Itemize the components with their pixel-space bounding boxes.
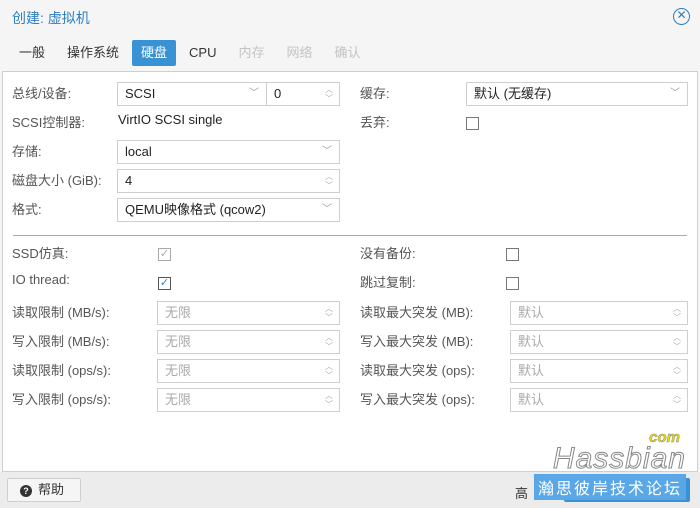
burst-label: 读取最大突发 (MB): bbox=[360, 305, 474, 320]
format-value: QEMU映像格式 (qcow2) bbox=[125, 202, 266, 217]
spinner-arrows-icon[interactable]: ︿ ﹀ bbox=[673, 304, 681, 322]
limit-label: 读取限制 (ops/s): bbox=[12, 363, 111, 378]
iothread-checkbox[interactable]: ✓ bbox=[158, 277, 171, 290]
limit-input[interactable]: 无限 ︿ ﹀ bbox=[157, 359, 340, 383]
limit-placeholder: 无限 bbox=[165, 392, 192, 407]
chevron-down-icon: ﹀ bbox=[670, 88, 680, 99]
tab-5: 网络 bbox=[286, 45, 313, 60]
tab-3[interactable]: CPU bbox=[180, 40, 225, 66]
burst-input[interactable]: 默认 ︿ ﹀ bbox=[510, 388, 688, 412]
discard-checkbox[interactable] bbox=[466, 117, 479, 130]
device-number-input[interactable]: 0 ︿ ﹀ bbox=[266, 82, 340, 106]
burst-placeholder: 默认 bbox=[518, 363, 545, 378]
tab-4: 内存 bbox=[238, 45, 265, 60]
help-button[interactable]: ? 帮助 bbox=[7, 478, 81, 502]
tab-1[interactable]: 操作系统 bbox=[58, 40, 128, 66]
burst-label: 写入最大突发 (MB): bbox=[360, 334, 474, 349]
controller-label: SCSI控制器: bbox=[12, 115, 85, 130]
spinner-arrows-icon[interactable]: ︿ ﹀ bbox=[325, 333, 333, 351]
ssd-label: SSD仿真: bbox=[12, 246, 69, 261]
bus-label: 总线/设备: bbox=[12, 86, 72, 101]
tab-0[interactable]: 一般 bbox=[10, 40, 54, 66]
limit-input[interactable]: 无限 ︿ ﹀ bbox=[157, 388, 340, 412]
help-label: 帮助 bbox=[38, 482, 65, 497]
storage-select[interactable]: local ﹀ bbox=[117, 140, 340, 164]
no-backup-label: 没有备份: bbox=[360, 246, 416, 261]
disk-panel: 总线/设备: SCSI ﹀ 0 ︿ ﹀ 缓存: 默认 (无缓存) ﹀ SCSI控制器: … bbox=[2, 71, 698, 472]
skip-replication-checkbox[interactable] bbox=[506, 277, 519, 290]
spinner-arrows-icon[interactable]: ︿ ﹀ bbox=[673, 362, 681, 380]
burst-input[interactable]: 默认 ︿ ﹀ bbox=[510, 330, 688, 354]
controller-value: VirtIO SCSI single bbox=[118, 112, 223, 127]
discard-label: 丢弃: bbox=[360, 115, 390, 130]
cache-select[interactable]: 默认 (无缓存) ﹀ bbox=[466, 82, 688, 106]
spinner-arrows-icon[interactable]: ︿ ﹀ bbox=[325, 391, 333, 409]
tab-bar: 一般 操作系统 硬盘 CPU 内存 网络 确认 bbox=[10, 40, 370, 66]
chevron-down-icon: ﹀ bbox=[322, 204, 332, 215]
burst-input[interactable]: 默认 ︿ ﹀ bbox=[510, 359, 688, 383]
burst-placeholder: 默认 bbox=[518, 392, 545, 407]
limit-placeholder: 无限 bbox=[165, 334, 192, 349]
tab-2[interactable]: 硬盘 bbox=[132, 40, 177, 66]
limit-input[interactable]: 无限 ︿ ﹀ bbox=[157, 301, 340, 325]
no-backup-checkbox[interactable] bbox=[506, 248, 519, 261]
spinner-arrows-icon[interactable]: ︿ ﹀ bbox=[673, 333, 681, 351]
advanced-label[interactable]: 高 bbox=[515, 483, 528, 502]
watermark-cn: 瀚思彼岸技术论坛 bbox=[533, 474, 686, 500]
limit-input[interactable]: 无限 ︿ ﹀ bbox=[157, 330, 340, 354]
device-value: 0 bbox=[274, 86, 282, 101]
cache-label: 缓存: bbox=[360, 86, 390, 101]
window-title: 创建: 虚拟机 bbox=[12, 10, 90, 26]
limit-placeholder: 无限 bbox=[165, 363, 192, 378]
watermark-brand: Hassbian bbox=[552, 442, 686, 475]
section-divider bbox=[13, 235, 687, 236]
chevron-down-icon: ﹀ bbox=[322, 146, 332, 157]
limit-label: 写入限制 (MB/s): bbox=[12, 334, 110, 349]
burst-label: 读取最大突发 (ops): bbox=[360, 363, 475, 378]
storage-value: local bbox=[125, 144, 152, 159]
skip-replication-label: 跳过复制: bbox=[360, 275, 416, 290]
disk-size-label: 磁盘大小 (GiB): bbox=[12, 173, 102, 188]
format-select[interactable]: QEMU映像格式 (qcow2) ﹀ bbox=[117, 198, 340, 222]
burst-label: 写入最大突发 (ops): bbox=[360, 392, 475, 407]
iothread-label: IO thread: bbox=[12, 272, 70, 287]
storage-label: 存储: bbox=[12, 144, 42, 159]
disk-size-input[interactable]: 4 ︿ ﹀ bbox=[117, 169, 340, 193]
bus-select[interactable]: SCSI ﹀ bbox=[117, 82, 267, 106]
limit-label: 读取限制 (MB/s): bbox=[12, 305, 110, 320]
cache-value: 默认 (无缓存) bbox=[474, 86, 552, 101]
close-icon[interactable]: ✕ bbox=[673, 8, 690, 25]
limit-placeholder: 无限 bbox=[165, 305, 192, 320]
burst-placeholder: 默认 bbox=[518, 334, 545, 349]
question-circle-icon: ? bbox=[20, 485, 32, 497]
spinner-arrows-icon[interactable]: ︿ ﹀ bbox=[325, 362, 333, 380]
bus-value: SCSI bbox=[125, 86, 156, 101]
tab-6: 确认 bbox=[334, 45, 361, 60]
disk-size-value: 4 bbox=[125, 173, 133, 188]
burst-input[interactable]: 默认 ︿ ﹀ bbox=[510, 301, 688, 325]
limit-label: 写入限制 (ops/s): bbox=[12, 392, 111, 407]
spinner-arrows-icon[interactable]: ︿ ﹀ bbox=[673, 391, 681, 409]
spinner-arrows-icon[interactable]: ︿ ﹀ bbox=[325, 85, 333, 103]
watermark-logo: com Hassbian 瀚思彼岸技术论坛 bbox=[533, 429, 686, 500]
spinner-arrows-icon[interactable]: ︿ ﹀ bbox=[325, 172, 333, 190]
format-label: 格式: bbox=[12, 202, 42, 217]
burst-placeholder: 默认 bbox=[518, 305, 545, 320]
chevron-down-icon: ﹀ bbox=[249, 88, 259, 99]
spinner-arrows-icon[interactable]: ︿ ﹀ bbox=[325, 304, 333, 322]
ssd-checkbox[interactable]: ✓ bbox=[158, 248, 171, 261]
